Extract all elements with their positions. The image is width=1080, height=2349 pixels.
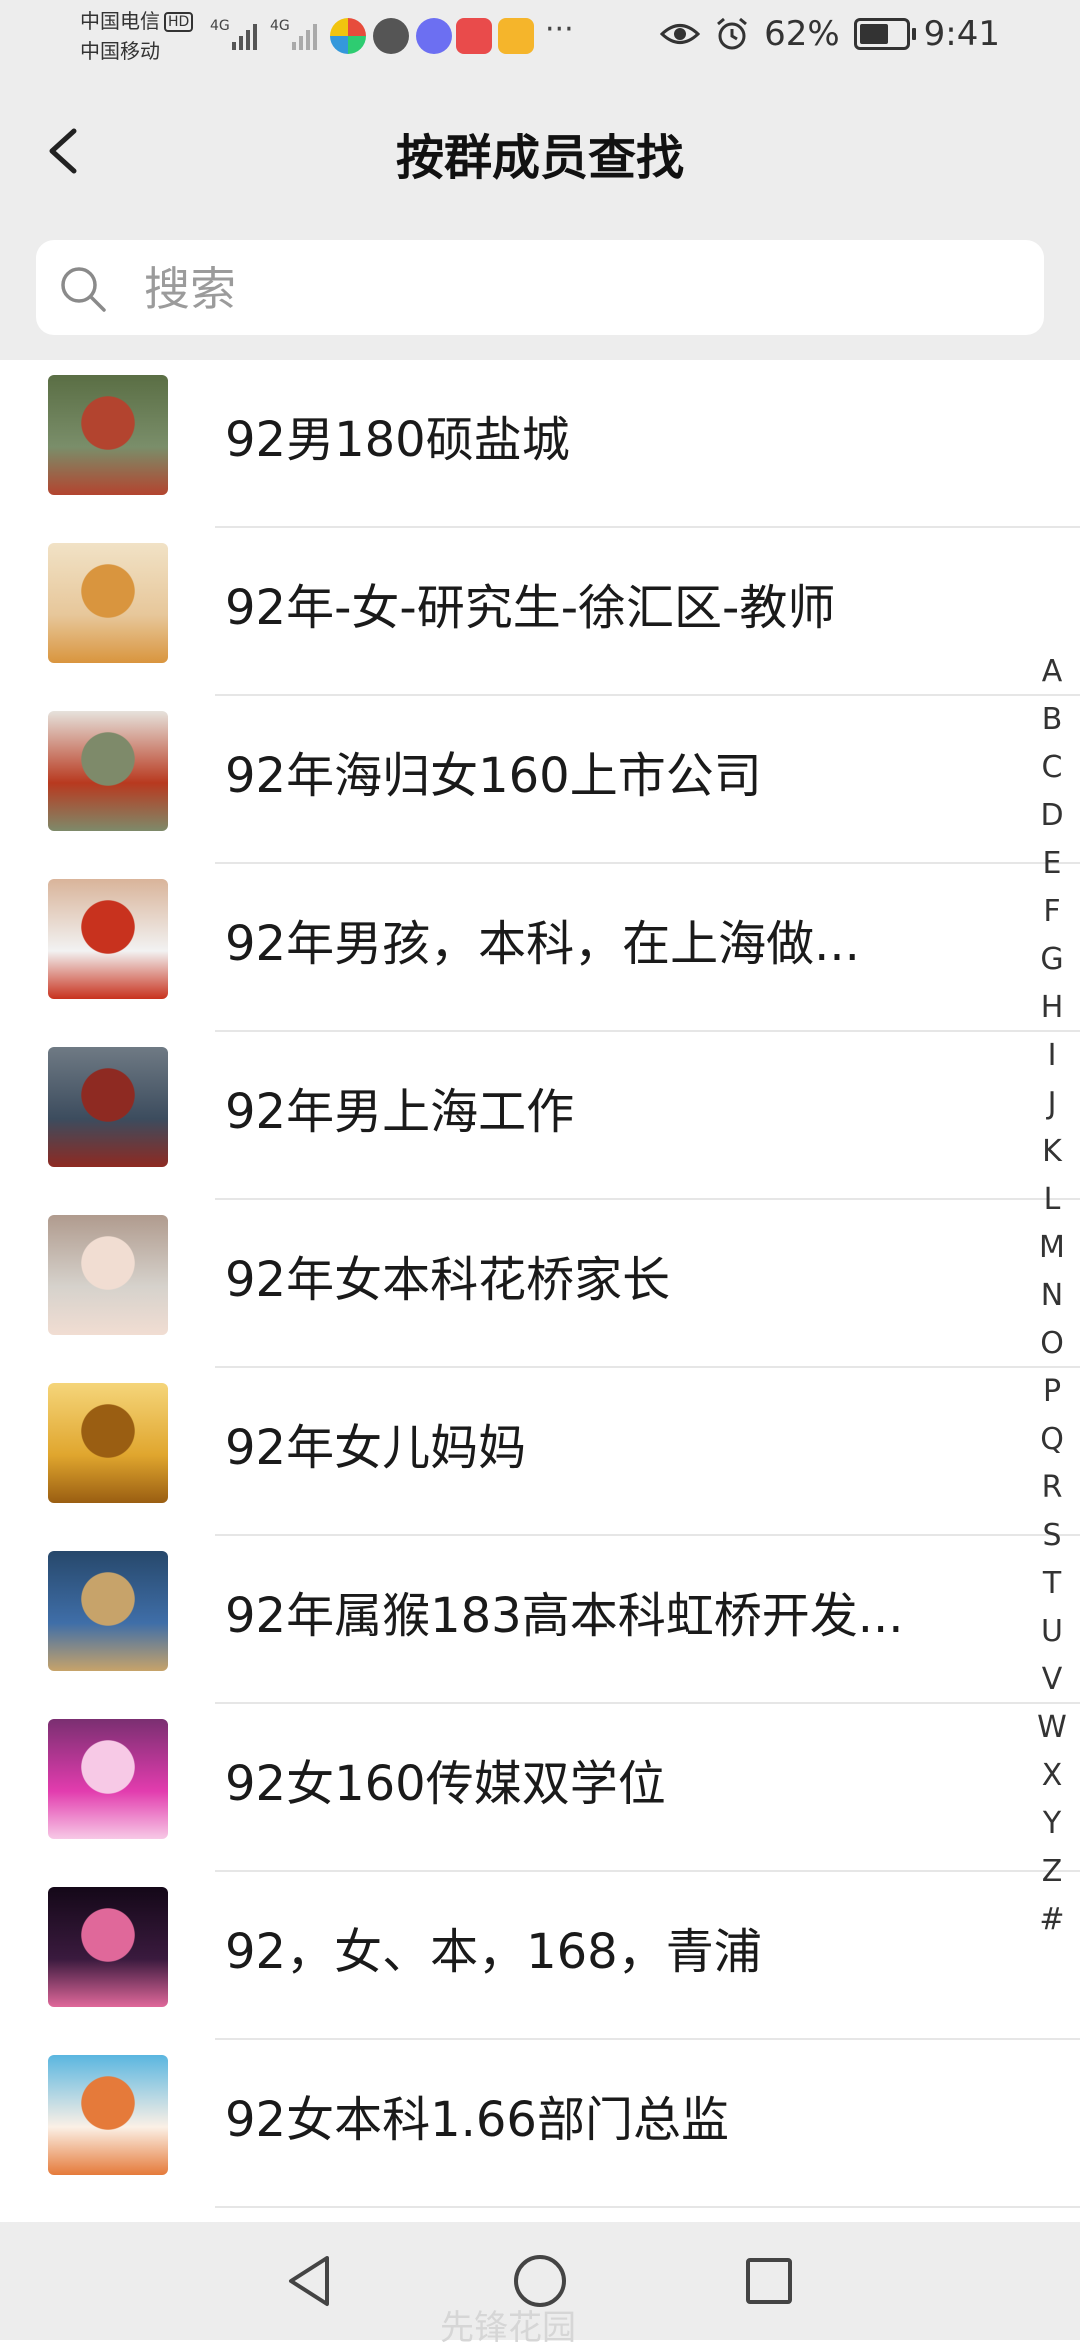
alphabet-index[interactable]: A B C D E F G H I J K L M N O P Q R S T U V W X Y Z #: [1032, 648, 1072, 1944]
hd-badge: HD: [164, 12, 194, 32]
member-name: 92年男上海工作: [225, 1084, 575, 1140]
index-letter[interactable]: U: [1032, 1608, 1072, 1656]
member-name: 92年海归女160上市公司: [225, 748, 762, 804]
avatar: [48, 1383, 168, 1503]
index-letter[interactable]: E: [1032, 840, 1072, 888]
more-notifications-icon: ···: [545, 12, 574, 47]
avatar: [48, 543, 168, 663]
index-letter[interactable]: T: [1032, 1560, 1072, 1608]
index-letter[interactable]: O: [1032, 1320, 1072, 1368]
avatar: [48, 1719, 168, 1839]
index-letter[interactable]: I: [1032, 1032, 1072, 1080]
index-letter[interactable]: Y: [1032, 1800, 1072, 1848]
member-row[interactable]: 92年属猴183高本科虹桥开发...: [0, 1536, 1080, 1704]
member-name: 92女本科1.66部门总监: [225, 2092, 729, 2148]
signal-2-bars-icon: [292, 20, 317, 50]
avatar: [48, 1047, 168, 1167]
signal-1-bars-icon: [232, 20, 257, 50]
member-name: 92年男孩，本科，在上海做...: [225, 916, 860, 972]
signal-2-label: 4G: [270, 18, 290, 34]
member-name: 92年-女-研究生-徐汇区-教师: [225, 580, 836, 636]
index-letter[interactable]: S: [1032, 1512, 1072, 1560]
index-letter[interactable]: A: [1032, 648, 1072, 696]
index-letter[interactable]: B: [1032, 696, 1072, 744]
index-letter[interactable]: Z: [1032, 1848, 1072, 1896]
carrier-1: 中国电信: [80, 9, 160, 33]
alarm-icon: [717, 17, 748, 50]
triangle-back-icon[interactable]: [277, 2248, 343, 2314]
avatar: [48, 375, 168, 495]
member-name: 92年女本科花桥家长: [225, 1252, 671, 1308]
member-row[interactable]: 92女160传媒双学位: [0, 1704, 1080, 1872]
index-letter[interactable]: #: [1032, 1896, 1072, 1944]
carrier-labels: 中国电信 HD 中国移动: [80, 6, 194, 66]
app-notification-icon: [330, 18, 366, 54]
member-name: 92年属猴183高本科虹桥开发...: [225, 1588, 904, 1644]
member-row[interactable]: 92年女儿妈妈: [0, 1368, 1080, 1536]
search-bar-container: [0, 215, 1080, 360]
clock: 9:41: [923, 14, 1000, 54]
member-list: 92男180硕盐城 92年-女-研究生-徐汇区-教师 92年海归女160上市公司 92…: [0, 360, 1080, 2208]
music-notification-icon: [416, 18, 452, 54]
member-row[interactable]: 92年-女-研究生-徐汇区-教师: [0, 528, 1080, 696]
member-name: 92年女儿妈妈: [225, 1420, 527, 1476]
index-letter[interactable]: Q: [1032, 1416, 1072, 1464]
member-name: 92女160传媒双学位: [225, 1756, 666, 1812]
eye-icon: [660, 24, 701, 44]
index-letter[interactable]: R: [1032, 1464, 1072, 1512]
avatar: [48, 711, 168, 831]
header: 按群成员查找: [0, 80, 1080, 215]
index-letter[interactable]: F: [1032, 888, 1072, 936]
member-row[interactable]: 92男180硕盐城: [0, 360, 1080, 528]
index-letter[interactable]: P: [1032, 1368, 1072, 1416]
carrier-2: 中国移动: [80, 39, 160, 63]
index-letter[interactable]: D: [1032, 792, 1072, 840]
search-box[interactable]: [36, 240, 1044, 337]
index-letter[interactable]: C: [1032, 744, 1072, 792]
search-input[interactable]: [142, 240, 1006, 337]
search-icon: [61, 267, 106, 312]
avatar: [48, 879, 168, 999]
index-letter[interactable]: W: [1032, 1704, 1072, 1752]
member-row[interactable]: 92，女、本，168，青浦: [0, 1872, 1080, 2040]
member-row[interactable]: 92年男上海工作: [0, 1032, 1080, 1200]
status-bar: 中国电信 HD 中国移动 4G 4G ··· 62% 9:41: [0, 0, 1080, 80]
index-letter[interactable]: N: [1032, 1272, 1072, 1320]
browser-notification-icon: [373, 18, 409, 54]
row-divider: [215, 2206, 1080, 2208]
avatar: [48, 1551, 168, 1671]
index-letter[interactable]: V: [1032, 1656, 1072, 1704]
member-row[interactable]: 92女本科1.66部门总监: [0, 2040, 1080, 2208]
huawei-notification-icon: [456, 18, 492, 54]
status-right: 62% 9:41: [660, 14, 1000, 54]
square-recent-icon[interactable]: [736, 2248, 802, 2314]
index-letter[interactable]: L: [1032, 1176, 1072, 1224]
member-name: 92，女、本，168，青浦: [225, 1924, 762, 1980]
index-letter[interactable]: M: [1032, 1224, 1072, 1272]
index-letter[interactable]: H: [1032, 984, 1072, 1032]
signal-1-label: 4G: [210, 18, 230, 34]
member-row[interactable]: 92年女本科花桥家长: [0, 1200, 1080, 1368]
avatar: [48, 1887, 168, 2007]
index-letter[interactable]: J: [1032, 1080, 1072, 1128]
avatar: [48, 2055, 168, 2175]
index-letter[interactable]: G: [1032, 936, 1072, 984]
weibo-notification-icon: [498, 18, 534, 54]
member-name: 92男180硕盐城: [225, 412, 570, 468]
avatar: [48, 1215, 168, 1335]
index-letter[interactable]: X: [1032, 1752, 1072, 1800]
index-letter[interactable]: K: [1032, 1128, 1072, 1176]
battery-percent: 62%: [764, 14, 840, 54]
page-title: 按群成员查找: [395, 130, 684, 186]
watermark: 先锋花园: [440, 2308, 576, 2348]
battery-icon: [853, 18, 916, 50]
member-row[interactable]: 92年海归女160上市公司: [0, 696, 1080, 864]
member-row[interactable]: 92年男孩，本科，在上海做...: [0, 864, 1080, 1032]
